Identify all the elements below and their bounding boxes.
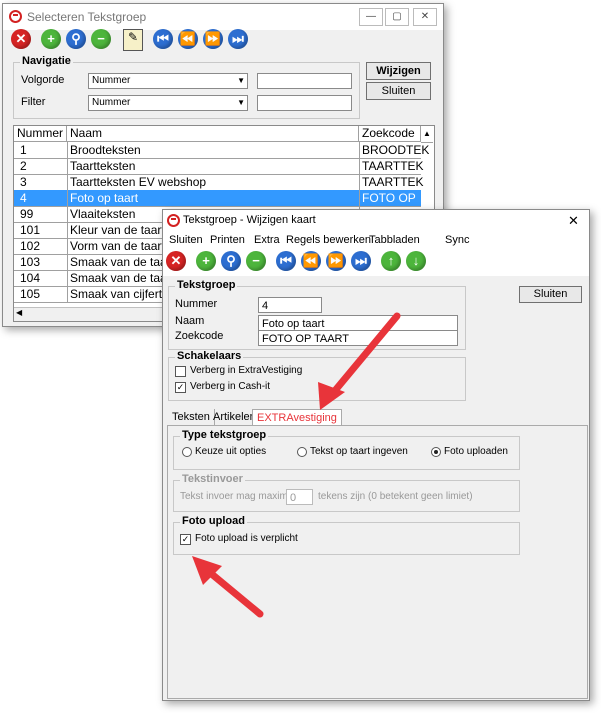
arrow-to-foto-upload — [192, 556, 264, 618]
arrow-to-extravestiging-tab — [318, 312, 401, 410]
annotation-arrows — [192, 312, 401, 618]
